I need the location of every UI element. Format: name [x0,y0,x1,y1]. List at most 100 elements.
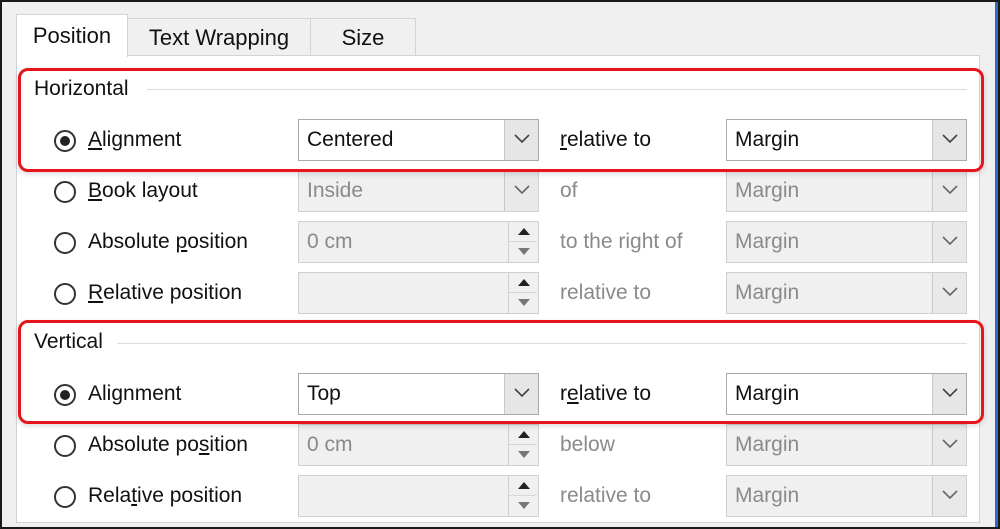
dropdown-value: Margin [735,281,800,304]
spinner-buttons [508,222,538,262]
label-text: nment [123,382,182,405]
option-label[interactable]: Book layout [88,179,198,203]
chevron-down-icon[interactable] [504,374,538,414]
relative-to-label: relative to [560,484,651,508]
label-text: relative to [560,484,652,507]
spinner-buttons [508,273,538,313]
spin-down-button[interactable] [509,293,537,312]
position-value-spinner[interactable]: 0 cm [298,424,539,466]
arrow-up-icon [518,431,530,438]
tab-position[interactable]: Position [16,14,128,57]
chevron-down-icon[interactable] [932,171,966,211]
radio-button[interactable] [54,435,76,457]
relative-to-dropdown[interactable]: Margin [726,475,967,517]
radio-button[interactable] [54,130,76,152]
chevron-down-icon[interactable] [932,476,966,516]
chevron-down-icon[interactable] [932,425,966,465]
spin-down-button[interactable] [509,496,537,515]
vertical-option-row: Absolute position 0 cm below Margin [17,424,979,469]
position-value-spinner[interactable] [298,272,539,314]
label-text: ition [209,433,248,456]
dropdown-value: Margin [735,179,800,202]
spinner-buttons [508,425,538,465]
radio-button[interactable] [54,232,76,254]
spin-up-button[interactable] [509,222,537,242]
arrow-down-icon [518,502,530,509]
chevron-down-icon[interactable] [932,120,966,160]
position-type-dropdown[interactable]: Centered [298,119,539,161]
arrow-up-icon [518,482,530,489]
label-text: ook layout [102,179,198,202]
relative-to-dropdown[interactable]: Margin [726,119,967,161]
horizontal-option-row: Book layout Inside of Margin [17,170,979,215]
accelerator-key: s [198,433,210,456]
arrow-up-icon [518,279,530,286]
label-text: Absolute [88,230,176,253]
position-value-spinner[interactable]: 0 cm [298,221,539,263]
tab-text-wrapping[interactable]: Text Wrapping [127,18,311,56]
option-label[interactable]: Absolute position [88,433,248,457]
dropdown-value: Inside [307,179,364,202]
radio-button[interactable] [54,384,76,406]
spinner-buttons [508,476,538,516]
chevron-down-icon[interactable] [932,273,966,313]
position-type-dropdown[interactable]: Inside [298,170,539,212]
label-text: Absolute po [88,433,199,456]
horizontal-option-row: Relative position relative to Margin [17,272,979,317]
vertical-group-divider [117,343,967,344]
arrow-up-icon [518,228,530,235]
label-text: osition [187,230,248,253]
label-text: below [560,433,615,456]
tab-size[interactable]: Size [310,18,416,56]
label-text: Rela [88,484,132,507]
relative-to-dropdown[interactable]: Margin [726,170,967,212]
option-label[interactable]: Relative position [88,281,242,305]
chevron-down-icon[interactable] [504,171,538,211]
dropdown-value: Margin [735,230,800,253]
spinner-value: 0 cm [307,433,353,456]
horizontal-group-title: Horizontal [34,77,137,101]
option-label[interactable]: Absolute position [88,230,248,254]
radio-button[interactable] [54,181,76,203]
option-label[interactable]: Alignment [88,128,181,152]
relative-to-label: relative to [560,281,651,305]
horizontal-group-divider [147,89,967,90]
label-text: lignment [102,128,182,151]
arrow-down-icon [518,451,530,458]
spin-down-button[interactable] [509,445,537,464]
accelerator-key: e [567,382,579,405]
arrow-down-icon [518,248,530,255]
position-value-spinner[interactable] [298,475,539,517]
chevron-down-icon[interactable] [932,374,966,414]
radio-button[interactable] [54,283,76,305]
spin-up-button[interactable] [509,273,537,293]
spin-up-button[interactable] [509,425,537,445]
vertical-option-row: Relative position relative to Margin [17,475,979,520]
accelerator-key: p [175,230,188,253]
label-text: elative position [103,281,243,304]
horizontal-option-row: Alignment Centered relative to Margin [17,119,979,164]
accelerator-key: g [111,382,124,405]
relative-to-label: relative to [560,382,651,406]
accelerator-key: B [88,179,103,202]
position-type-dropdown[interactable]: Top [298,373,539,415]
accelerator-key: r [560,128,567,151]
label-text: relative to [560,281,652,304]
chevron-down-icon[interactable] [504,120,538,160]
accelerator-key: A [88,128,103,151]
spin-down-button[interactable] [509,242,537,261]
dropdown-value: Margin [735,433,800,456]
dialog-frame: Position Text Wrapping Size Horizontal A… [2,2,998,527]
spin-up-button[interactable] [509,476,537,496]
relative-to-dropdown[interactable]: Margin [726,272,967,314]
option-label[interactable]: Alignment [88,382,181,406]
relative-to-dropdown[interactable]: Margin [726,221,967,263]
dropdown-value: Top [307,382,341,405]
radio-button[interactable] [54,486,76,508]
dropdown-value: Margin [735,128,800,151]
option-label[interactable]: Relative position [88,484,242,508]
relative-to-dropdown[interactable]: Margin [726,424,967,466]
chevron-down-icon[interactable] [932,222,966,262]
relative-to-dropdown[interactable]: Margin [726,373,967,415]
position-panel: Horizontal Alignment Centered relative to M… [16,55,980,523]
